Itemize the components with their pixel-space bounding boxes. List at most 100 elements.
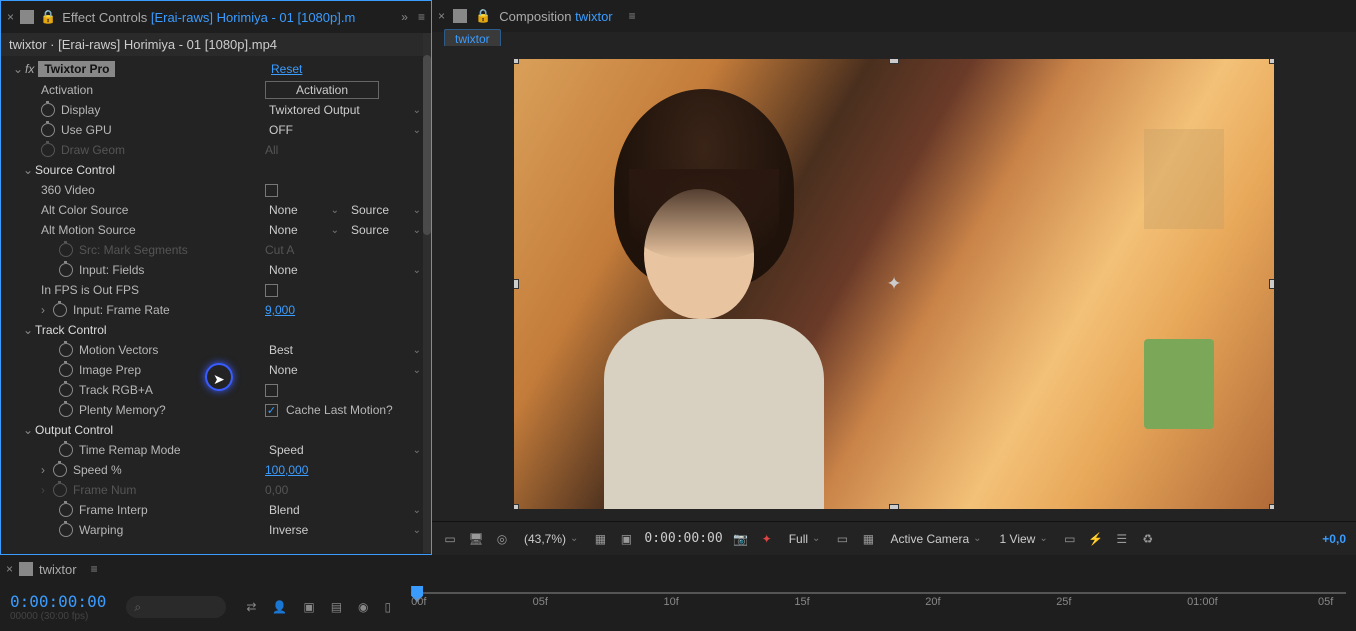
fast-preview-icon[interactable]: ⚡ xyxy=(1088,531,1104,547)
panel-menu-icon[interactable]: ≡ xyxy=(91,562,98,576)
alt-motion-select[interactable]: None⌄ xyxy=(265,221,343,239)
preview-viewport[interactable]: ✦ xyxy=(432,46,1356,521)
infps-checkbox[interactable] xyxy=(265,284,278,297)
flowchart-icon[interactable]: ♻ xyxy=(1140,531,1156,547)
shy-icon[interactable]: 👤 xyxy=(272,600,287,614)
speed-value[interactable]: 100,000 xyxy=(265,463,308,477)
stopwatch-icon[interactable] xyxy=(53,463,67,477)
stopwatch-icon[interactable] xyxy=(59,343,73,357)
effect-header[interactable]: ⌄ fx Twixtor Pro Reset xyxy=(5,58,431,80)
stopwatch-icon[interactable] xyxy=(59,383,73,397)
selection-handle[interactable] xyxy=(1269,59,1274,64)
transparency-icon[interactable]: ▦ xyxy=(860,531,876,547)
alt-motion-src-select[interactable]: Source⌄ xyxy=(347,221,425,239)
close-icon[interactable]: × xyxy=(7,10,14,24)
timeline-search[interactable]: ⌕ xyxy=(126,596,226,618)
stopwatch-icon[interactable] xyxy=(59,523,73,537)
chevron-down-icon[interactable]: ⌄ xyxy=(23,423,33,437)
view-select[interactable]: 1 View⌄ xyxy=(996,532,1052,546)
prop-warping: WarpingInverse⌄ xyxy=(5,520,431,540)
magnify-icon[interactable]: ▭ xyxy=(442,531,458,547)
warping-select[interactable]: Inverse⌄ xyxy=(265,521,425,539)
grid-icon[interactable]: ▦ xyxy=(592,531,608,547)
scrollbar-thumb[interactable] xyxy=(423,55,431,235)
lock-icon[interactable]: 🔒 xyxy=(475,8,491,24)
render-icon[interactable]: ▯ xyxy=(385,600,392,614)
chevron-down-icon[interactable]: ⌄ xyxy=(23,323,33,337)
chevron-right-icon[interactable]: › xyxy=(41,463,51,477)
chevron-right-icon[interactable]: » xyxy=(401,10,408,24)
reset-link[interactable]: Reset xyxy=(271,62,302,76)
roi-icon[interactable]: ▭ xyxy=(834,531,850,547)
stopwatch-icon[interactable] xyxy=(53,303,67,317)
pixel-aspect-icon[interactable]: ▭ xyxy=(1062,531,1078,547)
graph-icon[interactable]: ◉ xyxy=(358,600,368,614)
track-rgba-checkbox[interactable] xyxy=(265,384,278,397)
mask-icon[interactable]: ◎ xyxy=(494,531,510,547)
channel-icon[interactable]: ✦ xyxy=(759,531,775,547)
stopwatch-icon[interactable] xyxy=(59,403,73,417)
group-source-control[interactable]: ⌄Source Control xyxy=(5,160,431,180)
stopwatch-icon[interactable] xyxy=(59,503,73,517)
composition-tabbar: × 🔒 Composition twixtor ≡ xyxy=(432,0,1356,32)
selection-handle[interactable] xyxy=(514,504,519,509)
fx-badge-icon[interactable]: fx xyxy=(25,62,34,76)
motion-blur-icon[interactable]: ▤ xyxy=(331,600,342,614)
360-checkbox[interactable] xyxy=(265,184,278,197)
alt-color-select[interactable]: None⌄ xyxy=(265,201,343,219)
stopwatch-icon[interactable] xyxy=(59,363,73,377)
motion-vectors-select[interactable]: Best⌄ xyxy=(265,341,425,359)
display-select[interactable]: Twixtored Output⌄ xyxy=(265,101,425,119)
current-timecode[interactable]: 0:00:00:00 xyxy=(10,592,106,611)
group-track-control[interactable]: ⌄Track Control xyxy=(5,320,431,340)
chevron-down-icon[interactable]: ⌄ xyxy=(13,62,23,76)
blend-icon[interactable]: ⇄ xyxy=(246,600,256,614)
snapshot-icon[interactable]: 📷 xyxy=(733,531,749,547)
anchor-point-icon[interactable]: ✦ xyxy=(886,273,901,294)
stopwatch-icon[interactable] xyxy=(41,103,55,117)
timecode-block[interactable]: 0:00:00:00 00000 (30:00 fps) xyxy=(10,592,106,622)
guides-icon[interactable]: ▣ xyxy=(618,531,634,547)
group-output-control[interactable]: ⌄Output Control xyxy=(5,420,431,440)
camera-select[interactable]: Active Camera⌄ xyxy=(886,532,985,546)
plenty-mem-checkbox[interactable] xyxy=(265,404,278,417)
preview-timecode[interactable]: 0:00:00:00 xyxy=(644,531,722,546)
scrollbar[interactable] xyxy=(423,33,431,553)
panel-menu-icon[interactable]: ≡ xyxy=(629,9,636,23)
resolution-select[interactable]: Full⌄ xyxy=(785,532,825,546)
timeline-ruler[interactable]: 00f 05f 10f 15f 20f 25f 01:00f 05f xyxy=(411,592,1346,622)
input-rate-value[interactable]: 9,000 xyxy=(265,303,295,317)
selection-handle[interactable] xyxy=(889,59,899,64)
selection-handle[interactable] xyxy=(1269,504,1274,509)
effect-controls-tab[interactable]: Effect Controls [Erai-raws] Horimiya - 0… xyxy=(62,10,355,25)
stopwatch-icon[interactable] xyxy=(41,123,55,137)
frame-blend-icon[interactable]: ▣ xyxy=(303,600,314,614)
composition-tab[interactable]: Composition twixtor xyxy=(499,9,612,24)
time-remap-select[interactable]: Speed⌄ xyxy=(265,441,425,459)
use-gpu-select[interactable]: OFF⌄ xyxy=(265,121,425,139)
alt-color-src-select[interactable]: Source⌄ xyxy=(347,201,425,219)
chevron-right-icon[interactable]: › xyxy=(41,303,51,317)
image-prep-select[interactable]: None⌄ xyxy=(265,361,425,379)
panel-menu-icon[interactable]: ≡ xyxy=(418,10,425,24)
stopwatch-icon[interactable] xyxy=(59,443,73,457)
stopwatch-icon[interactable] xyxy=(59,263,73,277)
lock-icon[interactable]: 🔒 xyxy=(40,9,56,25)
timeline-tab[interactable]: twixtor xyxy=(39,562,77,577)
close-icon[interactable]: × xyxy=(438,9,445,23)
selection-handle[interactable] xyxy=(514,279,519,289)
selection-handle[interactable] xyxy=(514,59,519,64)
frame-interp-select[interactable]: Blend⌄ xyxy=(265,501,425,519)
input-fields-select[interactable]: None⌄ xyxy=(265,261,425,279)
timeline-icon[interactable]: ☰ xyxy=(1114,531,1130,547)
zoom-select[interactable]: (43,7%)⌄ xyxy=(520,532,582,546)
exposure-value[interactable]: +0,0 xyxy=(1322,532,1346,546)
prop-input-fields: Input: FieldsNone⌄ xyxy=(5,260,431,280)
chevron-down-icon[interactable]: ⌄ xyxy=(23,163,33,177)
activation-button[interactable]: Activation xyxy=(265,81,379,99)
effect-name[interactable]: Twixtor Pro xyxy=(38,61,115,77)
monitor-icon[interactable]: 🖥 xyxy=(468,531,484,547)
selection-handle[interactable] xyxy=(1269,279,1274,289)
close-icon[interactable]: × xyxy=(6,562,13,576)
selection-handle[interactable] xyxy=(889,504,899,509)
